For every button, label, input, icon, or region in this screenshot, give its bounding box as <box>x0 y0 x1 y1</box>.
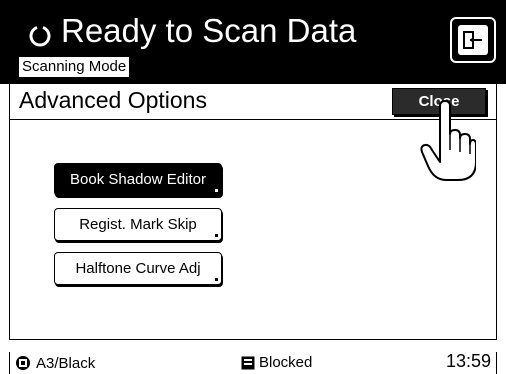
job-status: Blocked <box>241 354 312 371</box>
paper-size-label: A3/Black <box>36 354 96 372</box>
page-title: Ready to Scan Data <box>61 12 357 49</box>
paper-status: A3/Black <box>14 354 95 372</box>
exit-button[interactable] <box>450 17 496 63</box>
regist-mark-skip-button[interactable]: Regist. Mark Skip <box>54 208 222 241</box>
option-label: Regist. Mark Skip <box>79 216 197 233</box>
halftone-curve-adj-button[interactable]: Halftone Curve Adj <box>54 252 222 285</box>
corner-marker <box>215 278 218 281</box>
option-label: Book Shadow Editor <box>70 171 206 188</box>
option-label: Halftone Curve Adj <box>75 260 201 277</box>
refresh-icon <box>29 26 51 47</box>
hand-pointer-icon <box>420 100 476 181</box>
paper-tray-icon <box>16 356 30 370</box>
header-bar: Ready to Scan Data Scanning Mode <box>0 0 506 84</box>
status-bar: A3/Black Blocked 13:59 <box>0 346 506 374</box>
memory-icon <box>241 356 255 369</box>
clock: 13:59 <box>446 351 492 371</box>
panel-title: Advanced Options <box>19 87 207 113</box>
corner-marker <box>215 234 218 237</box>
mode-badge: Scanning Mode <box>19 57 130 77</box>
book-shadow-editor-button[interactable]: Book Shadow Editor <box>54 163 222 196</box>
corner-marker <box>215 189 218 192</box>
divider <box>496 352 497 374</box>
exit-icon <box>458 25 488 55</box>
divider <box>9 352 10 374</box>
job-status-label: Blocked <box>259 354 313 371</box>
